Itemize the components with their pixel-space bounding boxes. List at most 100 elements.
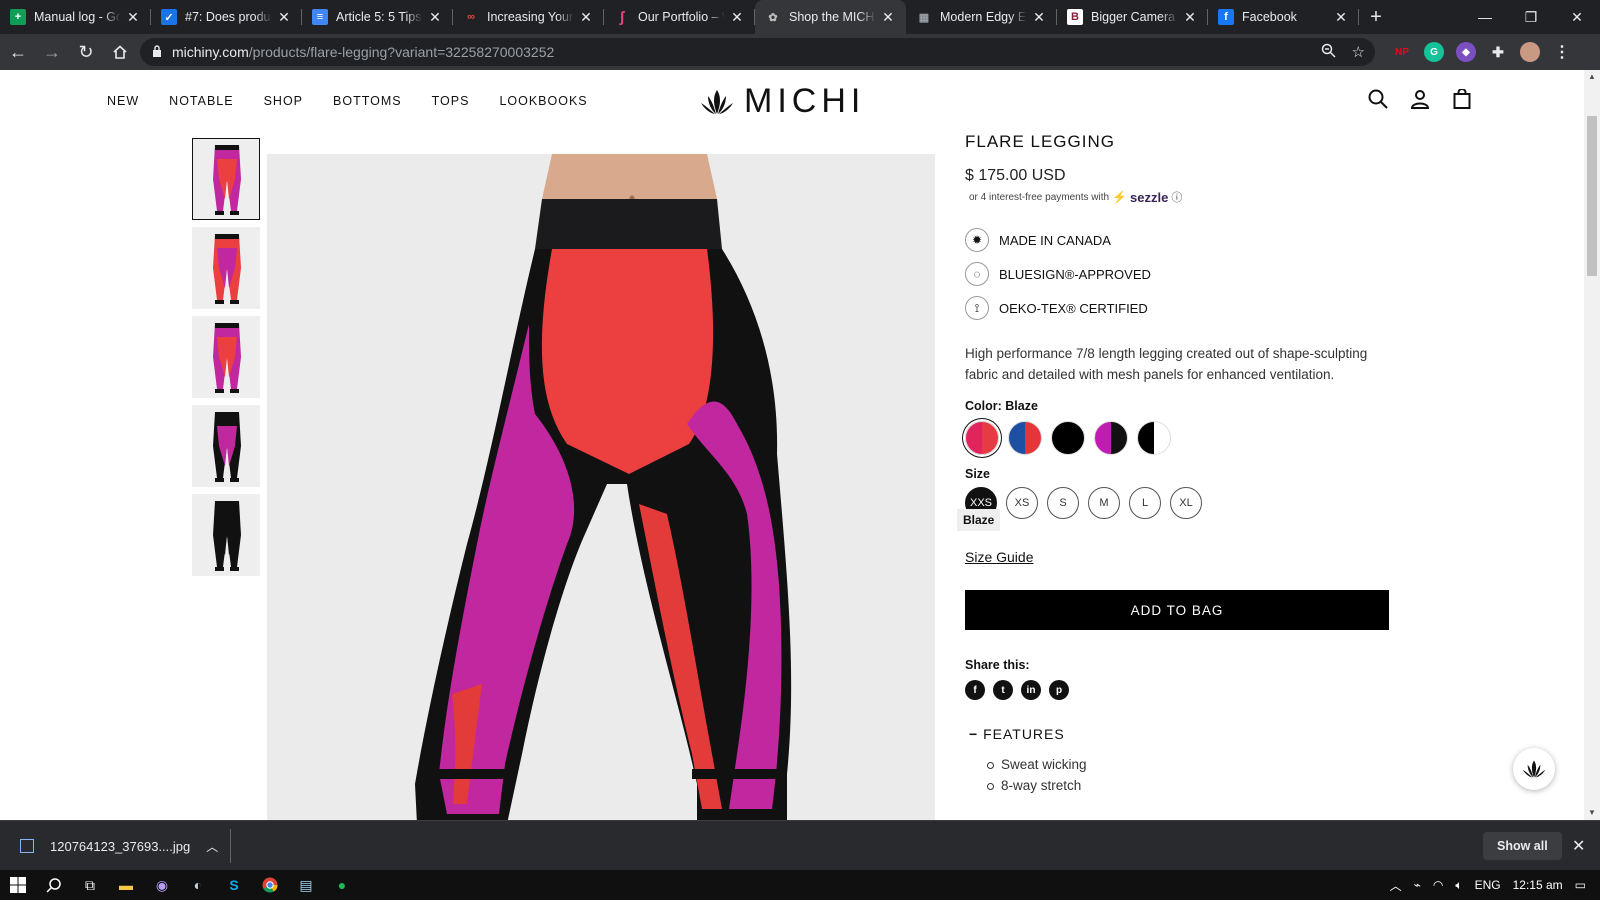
sezzle-brand[interactable]: sezzle <box>1130 190 1168 205</box>
color-swatch[interactable] <box>1051 421 1085 455</box>
shopping-bag-icon[interactable] <box>1451 88 1473 110</box>
notifications-icon[interactable]: ▭ <box>1575 878 1586 892</box>
extension-icon[interactable]: ◆ <box>1456 42 1476 62</box>
task-view-icon[interactable]: ⧉ <box>72 870 108 900</box>
search-taskbar-icon[interactable] <box>36 870 72 900</box>
nav-new[interactable]: NEW <box>107 94 139 108</box>
tab-close-icon[interactable]: ✕ <box>1182 9 1198 26</box>
chat-lotus-button[interactable] <box>1513 748 1555 790</box>
product-thumbnail[interactable] <box>192 138 260 220</box>
file-explorer-icon[interactable]: ▬ <box>108 870 144 900</box>
product-main-image[interactable] <box>267 154 935 820</box>
account-icon[interactable] <box>1409 88 1431 110</box>
tab-close-icon[interactable]: ✕ <box>1031 9 1047 26</box>
back-button[interactable]: ← <box>2 36 34 68</box>
browser-tab[interactable]: + Manual log - Go ✕ <box>0 0 151 34</box>
download-item[interactable]: 120764123_37693....jpg ︿ <box>20 821 218 871</box>
extensions-puzzle-icon[interactable]: ✚ <box>1488 42 1508 62</box>
tab-close-icon[interactable]: ✕ <box>125 9 141 26</box>
pinterest-icon[interactable]: p <box>1049 680 1069 700</box>
tab-close-icon[interactable]: ✕ <box>427 9 443 26</box>
features-toggle[interactable]: − FEATURES <box>969 726 1395 742</box>
forward-button[interactable]: → <box>36 36 68 68</box>
page-scrollbar[interactable]: ▲ ▼ <box>1584 70 1600 820</box>
color-swatch[interactable] <box>965 421 999 455</box>
menu-kebab-icon[interactable]: ⋮ <box>1552 42 1572 62</box>
volume-icon[interactable]: 🔈︎ <box>1455 878 1462 893</box>
address-bar[interactable]: michiny.com/products/flare-legging?varia… <box>140 38 1375 66</box>
image-file-icon <box>20 839 34 853</box>
extension-icon[interactable]: NP <box>1392 42 1412 62</box>
tab-close-icon[interactable]: ✕ <box>1333 9 1349 26</box>
twitter-icon[interactable]: t <box>993 680 1013 700</box>
tray-chevron-icon[interactable]: ︿ <box>1390 877 1402 894</box>
tab-close-icon[interactable]: ✕ <box>578 9 594 26</box>
scroll-up-icon[interactable]: ▲ <box>1584 70 1600 84</box>
language-indicator[interactable]: ENG <box>1475 878 1501 892</box>
browser-tab[interactable]: ≡ Article 5: 5 Tips f ✕ <box>302 0 453 34</box>
product-thumbnail[interactable] <box>192 494 260 576</box>
window-controls: — ❐ ✕ <box>1462 0 1600 34</box>
wifi-icon[interactable]: ◠ <box>1433 878 1443 892</box>
product-thumbnail[interactable] <box>192 316 260 398</box>
size-guide-link[interactable]: Size Guide <box>965 549 1033 565</box>
home-button[interactable] <box>104 36 136 68</box>
tab-close-icon[interactable]: ✕ <box>880 9 896 26</box>
chrome-icon[interactable] <box>252 870 288 900</box>
scroll-down-icon[interactable]: ▼ <box>1584 806 1600 820</box>
close-shelf-icon[interactable]: ✕ <box>1572 836 1585 856</box>
nav-notable[interactable]: NOTABLE <box>169 94 233 108</box>
color-swatch[interactable] <box>1008 421 1042 455</box>
browser-tab[interactable]: f Facebook ✕ <box>1208 0 1359 34</box>
minimize-icon[interactable]: — <box>1462 0 1508 34</box>
nav-shop[interactable]: SHOP <box>264 94 303 108</box>
size-option[interactable]: XL <box>1170 487 1202 519</box>
tab-close-icon[interactable]: ✕ <box>729 9 745 26</box>
browser-tab[interactable]: B Bigger Camera B ✕ <box>1057 0 1208 34</box>
michi-logo[interactable]: MICHI <box>700 82 865 121</box>
browser-tab[interactable]: ∞ Increasing Your S ✕ <box>453 0 604 34</box>
reload-button[interactable]: ↻ <box>70 36 102 68</box>
zoom-icon[interactable] <box>1321 43 1336 62</box>
scrollbar-thumb[interactable] <box>1587 116 1597 276</box>
size-option[interactable]: XS <box>1006 487 1038 519</box>
windows-start-icon[interactable] <box>0 870 36 900</box>
nav-bottoms[interactable]: BOTTOMS <box>333 94 402 108</box>
close-window-icon[interactable]: ✕ <box>1554 0 1600 34</box>
skype-icon[interactable]: S <box>216 870 252 900</box>
steam-icon[interactable]: ◐ <box>180 870 216 900</box>
color-picker: Blaze <box>957 421 1395 531</box>
show-all-button[interactable]: Show all <box>1483 832 1562 860</box>
nav-lookbooks[interactable]: LOOKBOOKS <box>499 94 587 108</box>
info-icon[interactable]: ⓘ <box>1171 189 1182 205</box>
network-icon[interactable]: ⌁ <box>1414 878 1421 892</box>
tab-close-icon[interactable]: ✕ <box>276 9 292 26</box>
tab-label: Our Portfolio – W <box>638 10 725 24</box>
notepad-icon[interactable]: ▤ <box>288 870 324 900</box>
new-tab-button[interactable]: + <box>1359 6 1393 29</box>
size-option[interactable]: L <box>1129 487 1161 519</box>
color-swatch[interactable] <box>1094 421 1128 455</box>
spotify-icon[interactable]: ● <box>324 870 360 900</box>
facebook-icon[interactable]: f <box>965 680 985 700</box>
viber-icon[interactable]: ◉ <box>144 870 180 900</box>
product-thumbnail[interactable] <box>192 227 260 309</box>
restore-icon[interactable]: ❐ <box>1508 0 1554 34</box>
bookmark-star-icon[interactable]: ☆ <box>1352 43 1365 61</box>
nav-tops[interactable]: TOPS <box>432 94 470 108</box>
search-icon[interactable] <box>1367 88 1389 110</box>
clock[interactable]: 12:15 am <box>1513 878 1563 892</box>
browser-tab[interactable]: ✓ #7: Does produc ✕ <box>151 0 302 34</box>
add-to-bag-button[interactable]: ADD TO BAG <box>965 590 1389 630</box>
extension-icon[interactable]: G <box>1424 42 1444 62</box>
browser-tab[interactable]: ▦ Modern Edgy Es ✕ <box>906 0 1057 34</box>
browser-tab[interactable]: ʃ Our Portfolio – W ✕ <box>604 0 755 34</box>
browser-tab[interactable]: ✿ Shop the MICHI ✕ <box>755 0 906 34</box>
size-option[interactable]: S <box>1047 487 1079 519</box>
profile-avatar[interactable] <box>1520 42 1540 62</box>
color-swatch[interactable] <box>1137 421 1171 455</box>
product-thumbnail[interactable] <box>192 405 260 487</box>
size-option[interactable]: M <box>1088 487 1120 519</box>
linkedin-icon[interactable]: in <box>1021 680 1041 700</box>
chevron-up-icon[interactable]: ︿ <box>206 838 218 855</box>
